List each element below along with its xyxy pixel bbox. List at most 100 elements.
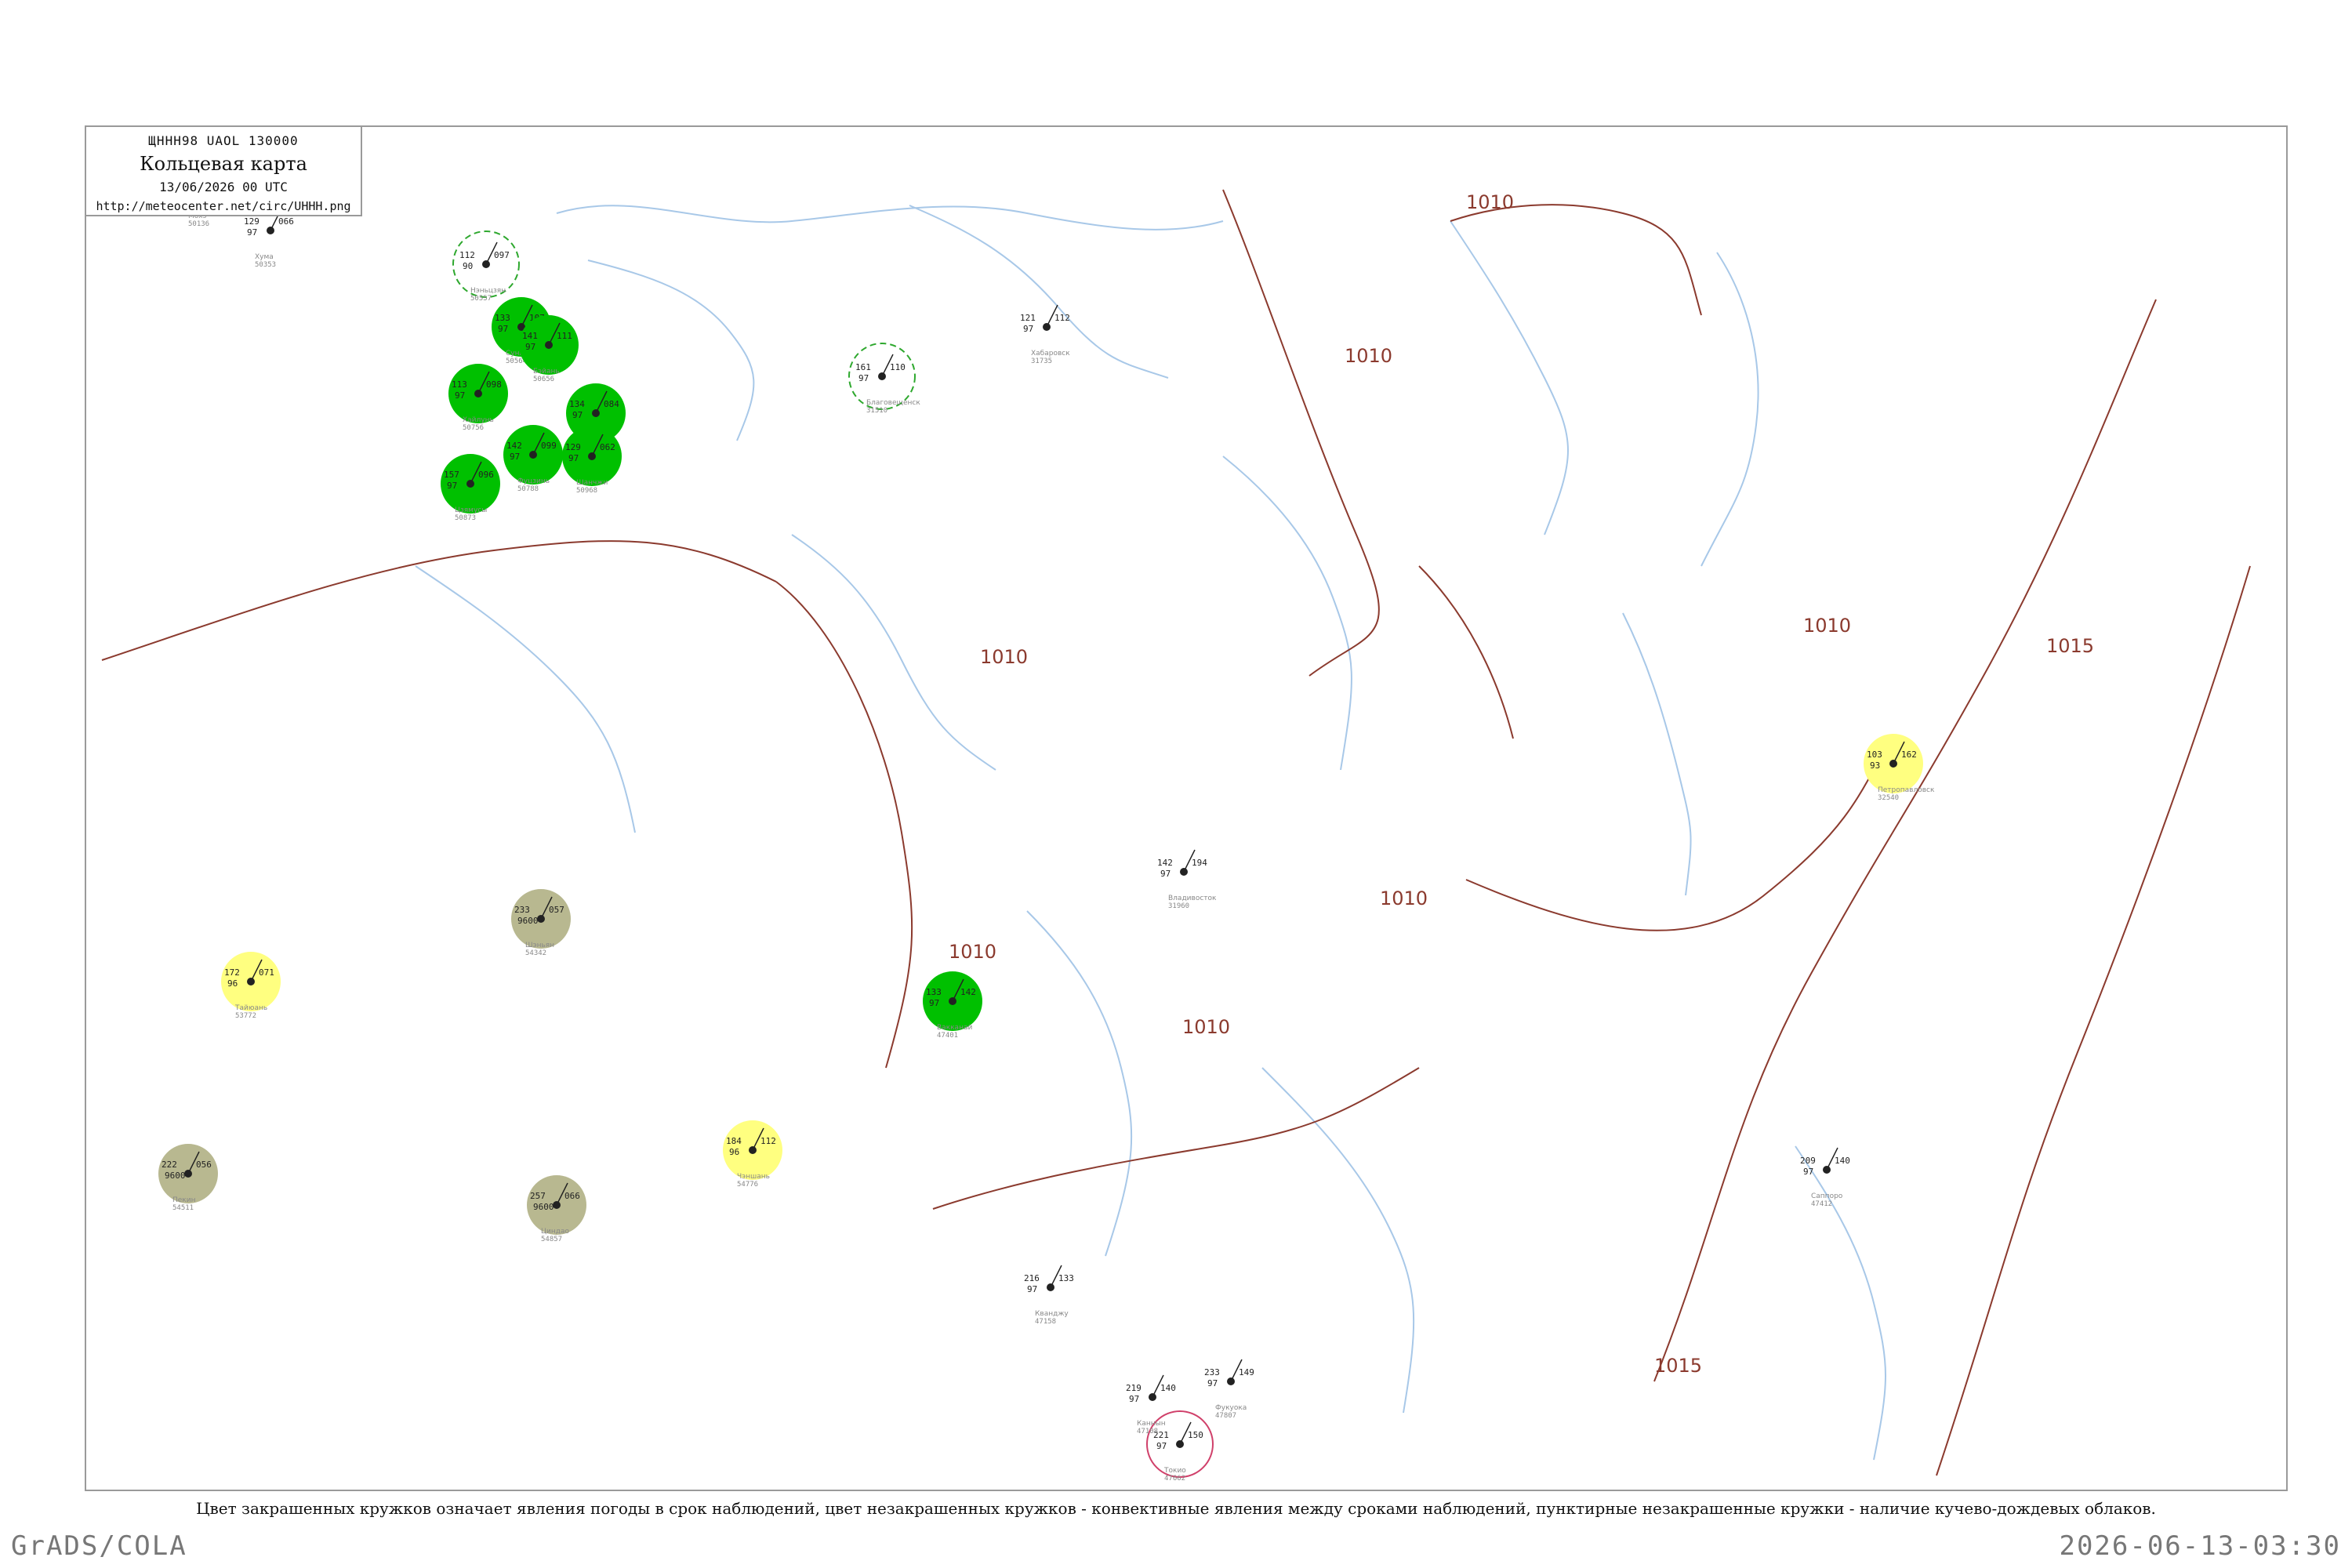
station-marker: 161 110 97 31510Благовещенск [848, 343, 920, 415]
station-marker: 112 097 90 50557Нэньцзян [452, 230, 520, 303]
isobar-label: 1015 [2046, 635, 2094, 657]
station-pressure: 096 [478, 470, 494, 480]
station-pressure: 133 [1058, 1273, 1074, 1283]
station-id: 50756 [463, 424, 484, 432]
station-marker: 121 112 97 31735Хабаровск [1020, 304, 1070, 365]
station-pressure: 099 [541, 441, 557, 451]
station-dewpoint: 97 [525, 342, 535, 352]
station-marker: 113 098 97 50756Хайлунь [448, 364, 508, 432]
station-marker: 184 112 96 54776Чэншань [723, 1120, 782, 1189]
station-temp: 233 [514, 905, 530, 915]
station-dewpoint: 97 [1207, 1378, 1218, 1388]
station-pressure: 149 [1239, 1367, 1254, 1377]
station-pressure: 066 [278, 216, 294, 227]
map-title: Кольцевая карта [140, 153, 307, 175]
rivers-layer [415, 205, 1886, 1461]
station-pressure: 142 [960, 987, 976, 997]
station-id: 47412 [1811, 1200, 1832, 1208]
isobar-label: 1010 [1345, 345, 1392, 367]
station-temp: 103 [1867, 750, 1882, 760]
station-pressure: 071 [259, 967, 274, 978]
station-marker: 129 062 97 50968Шанчжи [562, 426, 622, 495]
station-pressure: 194 [1192, 858, 1207, 868]
station-temp: 219 [1126, 1383, 1142, 1393]
station-name: Шанчжи [576, 479, 608, 487]
station-name: Кванджу [1035, 1310, 1069, 1318]
map-datetime: 13/06/2026 00 UTC [159, 180, 288, 194]
station-dewpoint: 97 [1023, 324, 1033, 334]
station-temp: 142 [1157, 858, 1173, 868]
bulletin-code: ЩННН98 UAOL 130000 [148, 133, 299, 148]
station-dewpoint: 96 [227, 978, 238, 989]
station-id: 31960 [1168, 902, 1189, 910]
station-name: Шэньян [525, 942, 554, 949]
station-name: Хабаровск [1031, 350, 1070, 358]
station-temp: 133 [926, 987, 942, 997]
station-id: 50788 [517, 485, 539, 493]
station-marker: 157 096 97 50873Цзямусы [441, 454, 500, 522]
station-marker: 219 140 97 47108Каннын [1126, 1374, 1176, 1436]
station-name: Нэньцзян [470, 287, 506, 295]
source-url: http://meteocenter.net/circ/UHHH.png [96, 199, 351, 213]
station-dewpoint: 97 [447, 481, 457, 491]
station-pressure: 112 [1054, 313, 1070, 323]
station-marker: 103 162 93 32540Петропавловск [1864, 734, 1935, 802]
station-id: 54511 [172, 1204, 194, 1212]
station-name: Хайлунь [463, 416, 494, 424]
station-dewpoint: 93 [1870, 760, 1880, 771]
station-temp: 172 [224, 967, 240, 978]
station-name: Владивосток [1168, 895, 1217, 902]
station-temp: 257 [530, 1191, 546, 1201]
isobar-label: 1010 [1380, 887, 1428, 909]
station-pressure: 111 [557, 331, 572, 341]
station-temp: 112 [459, 250, 475, 260]
station-dewpoint: 97 [568, 453, 579, 463]
stations-layer: 1391189750136Мохэ1290669750353Хума112097… [158, 167, 1935, 1483]
station-id: 47108 [1137, 1428, 1158, 1436]
station-dewpoint: 96 [729, 1147, 739, 1157]
station-pressure: 084 [604, 399, 619, 409]
station-name: Каннын [1137, 1420, 1166, 1428]
isobar-label: 1015 [1654, 1355, 1702, 1377]
station-dewpoint: 97 [1156, 1441, 1167, 1451]
station-temp: 133 [495, 313, 510, 323]
station-name: Чэншань [737, 1173, 770, 1181]
station-pressure: 097 [494, 250, 510, 260]
station-temp: 209 [1800, 1156, 1816, 1166]
station-name: Пекин [172, 1196, 196, 1204]
isobars-layer [101, 189, 2251, 1476]
station-dewpoint: 97 [498, 324, 508, 334]
station-name: Благовещенск [866, 399, 920, 407]
station-temp: 129 [565, 442, 581, 452]
station-id: 31510 [866, 407, 887, 415]
map-frame: 1010 1010 1010 1010 1010 1010 1010 1015 … [85, 125, 2288, 1491]
station-id: 50873 [455, 514, 476, 522]
station-name: Вакканай [937, 1024, 972, 1032]
station-id: 50353 [255, 261, 276, 269]
station-dewpoint: 97 [510, 452, 520, 462]
station-pressure: 150 [1188, 1430, 1203, 1440]
station-marker: 129 066 97 50353Хума [244, 208, 294, 269]
station-name: Тайюань [234, 1004, 267, 1012]
station-name: Фукуока [1215, 1404, 1247, 1412]
station-pressure: 098 [486, 379, 502, 390]
station-dewpoint: 97 [1803, 1167, 1813, 1177]
station-dewpoint: 97 [247, 227, 257, 238]
footer-software: GrADS/COLA [11, 1530, 187, 1562]
station-temp: 113 [452, 379, 467, 390]
station-temp: 161 [855, 362, 871, 372]
station-id: 47807 [1215, 1412, 1236, 1420]
station-pressure: 110 [890, 362, 906, 372]
station-pressure: 140 [1835, 1156, 1850, 1166]
station-name: Бэйань [533, 368, 560, 376]
station-name: Циндао [541, 1228, 569, 1236]
station-name: Хума [255, 253, 274, 261]
station-pressure: 140 [1160, 1383, 1176, 1393]
station-temp: 121 [1020, 313, 1036, 323]
station-name: Петропавловск [1878, 786, 1935, 794]
station-id: 50557 [470, 295, 492, 303]
station-marker: 172 071 96 53772Тайюань [221, 952, 281, 1020]
station-marker: 216 133 97 47158Кванджу [1024, 1265, 1074, 1326]
station-id: 32540 [1878, 794, 1899, 802]
synoptic-map: 1010 1010 1010 1010 1010 1010 1010 1015 … [101, 167, 2251, 1483]
